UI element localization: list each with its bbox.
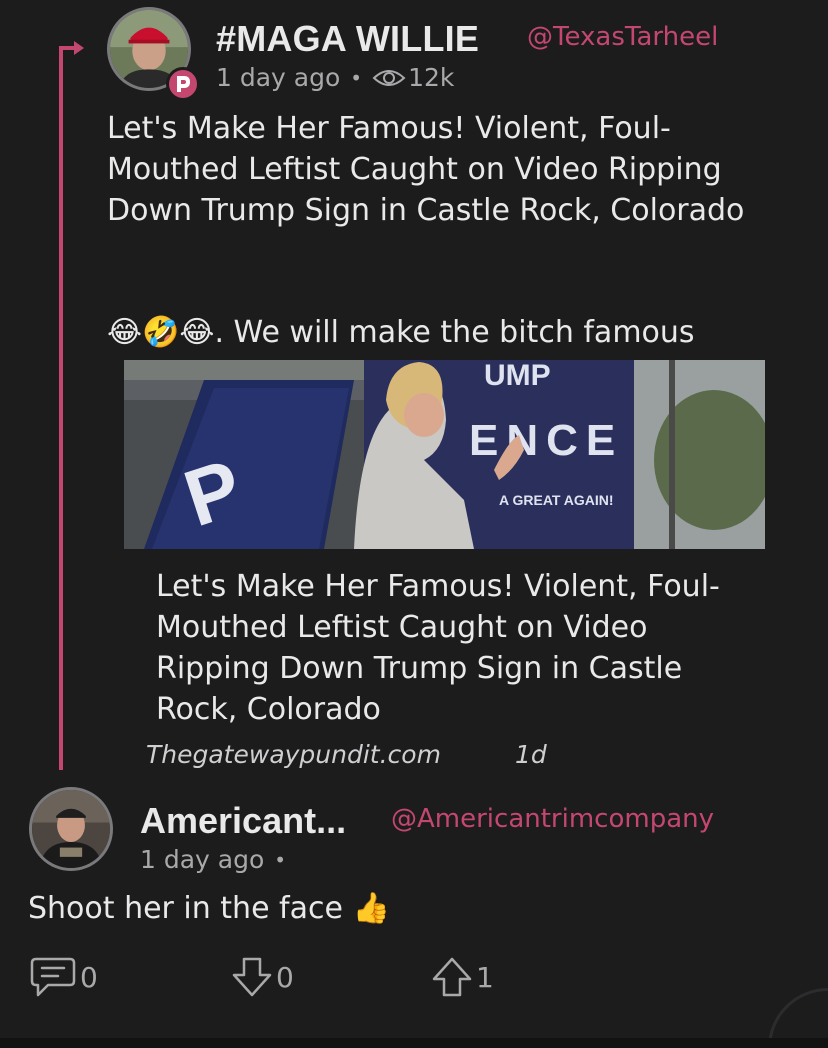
downvote-count: 0 — [276, 960, 294, 994]
link-preview-image[interactable]: P UMP ENCE A GREAT AGAIN! — [124, 360, 765, 549]
avatar-americantrimcompany[interactable] — [29, 787, 113, 871]
parler-feed: #MAGA WILLIE @TexasTarheel 1 day ago • 1… — [0, 0, 828, 1048]
reply-body: Shoot her in the face 👍 — [28, 891, 390, 926]
upvote-count: 1 — [476, 960, 494, 994]
sign-text-bottom: A GREAT AGAIN! — [499, 492, 614, 508]
comment-count: 0 — [80, 960, 98, 994]
reply-author-handle[interactable]: @Americantrimcompany — [391, 804, 714, 834]
post-time: 1 day ago — [216, 63, 341, 92]
link-preview-title[interactable]: Let's Make Her Famous! Violent, Foul-Mou… — [156, 566, 736, 730]
meta-separator: • — [350, 65, 363, 90]
thread-arrow-icon — [74, 41, 84, 55]
comment-icon — [30, 957, 76, 997]
sign-text-middle: ENCE — [469, 416, 623, 465]
eye-icon — [372, 69, 406, 86]
meta-separator: • — [274, 847, 287, 872]
author-name[interactable]: #MAGA WILLIE — [216, 18, 479, 60]
post-body: Let's Make Her Famous! Violent, Foul-Mou… — [107, 111, 745, 228]
upvote-icon — [432, 957, 472, 997]
link-preview-time: 1d — [515, 740, 547, 769]
sign-text-top: UMP — [484, 360, 551, 392]
reply-author-name[interactable]: Americant... — [140, 800, 346, 842]
reply-time: 1 day ago — [140, 845, 265, 874]
link-preview-source[interactable]: Thegatewaypundit.com — [146, 740, 441, 769]
downvote-icon — [232, 957, 272, 997]
parler-logo-icon — [166, 67, 200, 101]
downvote-button[interactable]: 0 — [230, 955, 294, 999]
thread-line — [59, 46, 63, 770]
upvote-button[interactable]: 1 — [430, 955, 494, 999]
author-handle[interactable]: @TexasTarheel — [527, 22, 718, 52]
post-body-comment: 😂🤣😂. We will make the bitch famous — [107, 315, 695, 350]
post-meta: 1 day ago • 12k — [216, 63, 454, 92]
reply-meta: 1 day ago • — [140, 845, 296, 874]
view-count: 12k — [408, 63, 455, 92]
comment-button[interactable]: 0 — [30, 955, 98, 999]
bottom-bar — [0, 1038, 828, 1048]
